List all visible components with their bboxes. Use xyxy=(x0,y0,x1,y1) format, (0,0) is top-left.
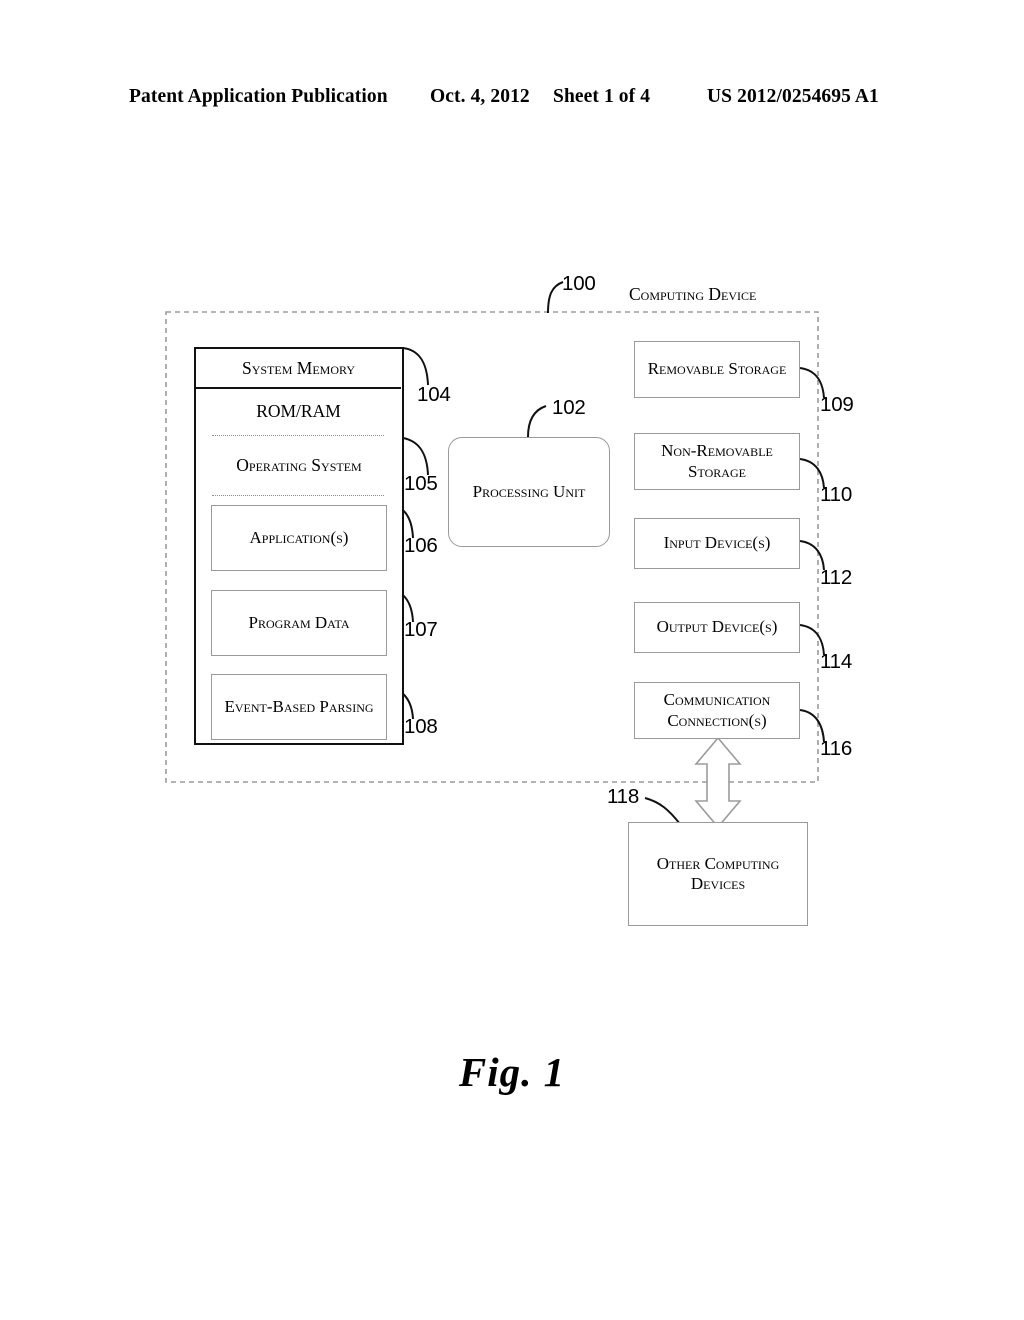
ref-number-106: 106 xyxy=(404,534,438,557)
event-based-parsing-box: Event-Based Parsing xyxy=(211,674,387,740)
leader-line-102 xyxy=(527,405,547,438)
ref-number-105: 105 xyxy=(404,472,438,495)
figure-caption: Fig. 1 xyxy=(458,1049,566,1095)
ref-number-118: 118 xyxy=(607,785,640,808)
non-removable-storage-box: Non-Removable Storage xyxy=(634,433,800,490)
leader-line-100 xyxy=(547,281,564,314)
other-computing-devices-box: Other Computing Devices xyxy=(628,822,808,926)
ref-number-116: 116 xyxy=(820,737,853,760)
output-devices-box: Output Device(s) xyxy=(634,602,800,653)
memory-separator-1 xyxy=(212,435,384,436)
applications-box: Application(s) xyxy=(211,505,387,571)
ref-number-104: 104 xyxy=(417,383,451,406)
rom-ram-label: ROM/RAM xyxy=(256,400,341,421)
computing-device-title: Computing Device xyxy=(629,284,757,304)
ref-number-109: 109 xyxy=(820,393,854,416)
leader-line-105 xyxy=(402,437,429,476)
system-memory-title: System Memory xyxy=(196,349,401,389)
ref-number-114: 114 xyxy=(820,650,853,673)
removable-storage-box: Removable Storage xyxy=(634,341,800,398)
memory-separator-2 xyxy=(212,495,384,496)
leader-line-118 xyxy=(644,797,681,825)
leader-line-104 xyxy=(402,347,429,386)
processing-unit-box: Processing Unit xyxy=(448,437,610,547)
program-data-box: Program Data xyxy=(211,590,387,656)
operating-system-label: Operating System xyxy=(236,454,362,475)
ref-number-112: 112 xyxy=(820,566,853,589)
system-memory-block: System Memory ROM/RAM Operating System A… xyxy=(194,347,404,745)
figure-1-diagram: Computing Device 100 System Memory ROM/R… xyxy=(0,0,1024,1320)
input-devices-box: Input Device(s) xyxy=(634,518,800,569)
ref-number-110: 110 xyxy=(820,483,853,506)
communication-connections-box: Communication Connection(s) xyxy=(634,682,800,739)
ref-number-100: 100 xyxy=(562,272,596,295)
ref-number-107: 107 xyxy=(404,618,438,641)
ref-number-102: 102 xyxy=(552,396,586,419)
ref-number-108: 108 xyxy=(404,715,438,738)
diagram-vector-layer xyxy=(165,281,825,829)
